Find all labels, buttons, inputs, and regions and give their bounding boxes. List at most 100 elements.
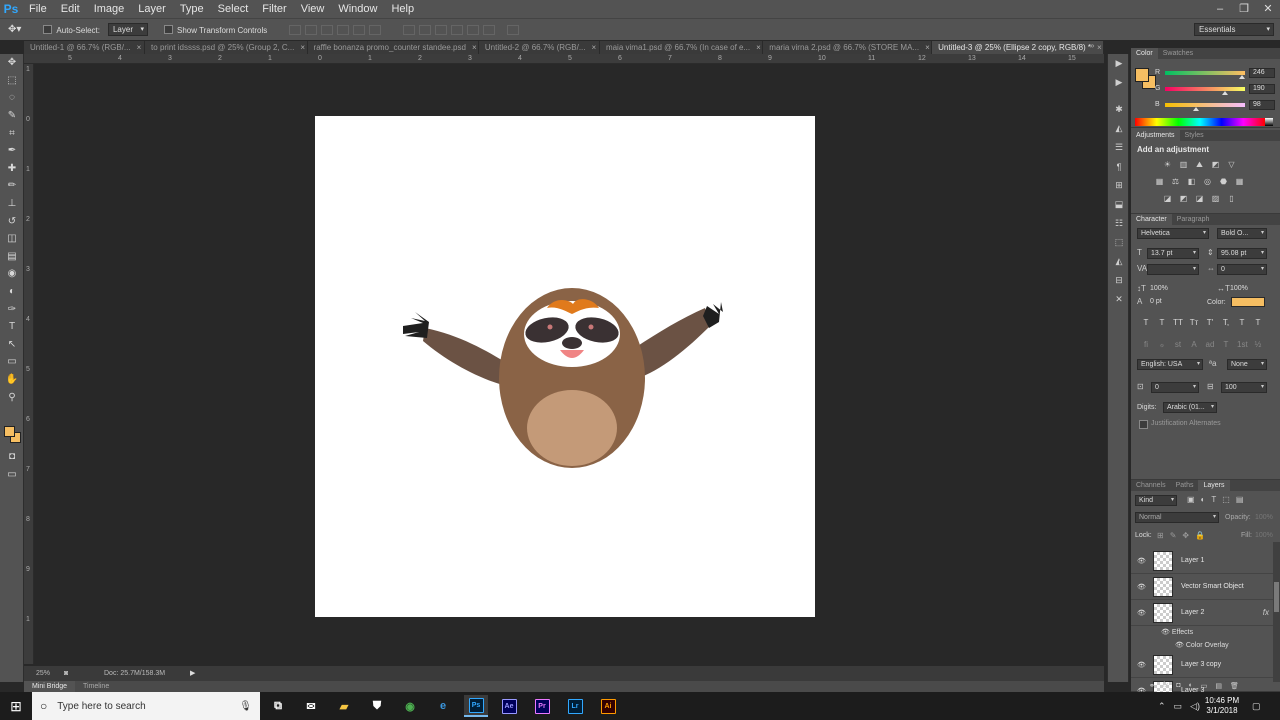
tab-styles[interactable]: Styles <box>1180 130 1209 141</box>
blend-mode-dropdown[interactable]: Normal <box>1135 512 1219 523</box>
tab-close-icon[interactable]: × <box>592 43 597 52</box>
show-transform-checkbox[interactable]: Show Transform Controls <box>164 24 267 36</box>
checkbox-box[interactable] <box>43 25 53 35</box>
align-right-icon[interactable] <box>369 24 382 35</box>
dock-panel-icon[interactable]: ⬓ <box>1108 195 1130 214</box>
document-tab[interactable]: to print idssss.psd @ 25% (Group 2, C...… <box>145 41 308 54</box>
tab-close-icon[interactable]: × <box>137 43 142 52</box>
align-bottom-icon[interactable] <box>321 24 334 35</box>
adjustment-icon[interactable]: ⛰ <box>1193 159 1206 170</box>
document-canvas[interactable] <box>315 116 815 617</box>
adjustment-icon[interactable]: ◩ <box>1177 193 1190 204</box>
tab-adjustments[interactable]: Adjustments <box>1131 130 1180 141</box>
adjustment-icon[interactable]: ⬣ <box>1217 176 1230 187</box>
layer-name[interactable]: Layer 2 <box>1181 609 1204 616</box>
pen-tool-icon[interactable]: ✑ <box>0 300 24 318</box>
checkbox-box[interactable] <box>164 25 173 35</box>
taskbar-clock[interactable]: 10:46 PM 3/1/2018 <box>1202 696 1242 716</box>
zoom-level[interactable]: 25% <box>36 666 50 681</box>
status-info-icon[interactable]: ◙ <box>64 666 68 681</box>
layers-scrollbar[interactable] <box>1273 542 1280 682</box>
tsume-field[interactable]: 0 <box>1151 382 1199 393</box>
mail-taskbar-icon[interactable]: ✉ <box>299 695 323 717</box>
dock-panel-icon[interactable]: ⊟ <box>1108 271 1130 290</box>
vertical-scale-field[interactable]: 100% <box>1147 284 1187 295</box>
adjustment-icon[interactable]: ◪ <box>1193 193 1206 204</box>
premiere-taskbar-icon[interactable]: Pr <box>530 695 554 717</box>
visibility-eye-icon[interactable]: 👁 <box>1137 557 1146 565</box>
opentype-button[interactable]: ad <box>1205 340 1215 349</box>
gradient-tool-icon[interactable]: ▤ <box>0 248 24 266</box>
blur-tool-icon[interactable]: ◉ <box>0 265 24 283</box>
opentype-button[interactable]: st <box>1173 340 1183 349</box>
scrollbar-thumb[interactable] <box>1274 582 1279 612</box>
menu-edit[interactable]: Edit <box>54 0 87 18</box>
dock-panel-icon[interactable]: ✱ <box>1108 100 1130 119</box>
windows-start-icon[interactable]: ⊞ <box>0 692 32 720</box>
adjustment-icon[interactable]: ◩ <box>1209 159 1222 170</box>
tab-close-icon[interactable]: × <box>756 43 761 52</box>
clone-stamp-tool-icon[interactable]: ⊥ <box>0 195 24 213</box>
distribute-vcenter-icon[interactable] <box>419 24 432 35</box>
type-style-button[interactable]: T <box>1253 318 1263 327</box>
healing-tool-icon[interactable]: ✚ <box>0 160 24 178</box>
type-style-button[interactable]: TT <box>1173 318 1183 327</box>
microphone-icon[interactable]: 🎙 <box>239 701 252 712</box>
quick-select-tool-icon[interactable]: ✎ <box>0 107 24 125</box>
baseline-shift-field[interactable]: 0 pt <box>1147 297 1187 308</box>
adjustment-icon[interactable]: ◪ <box>1161 193 1174 204</box>
layer-row[interactable]: 👁 Layer 3 copy <box>1131 652 1273 678</box>
tab-channels[interactable]: Channels <box>1131 480 1171 491</box>
effects-row[interactable]: 👁 Effects <box>1161 628 1193 636</box>
photoshop-taskbar-icon[interactable]: Ps <box>464 695 488 717</box>
visibility-eye-icon[interactable]: 👁 <box>1137 661 1146 669</box>
align-top-icon[interactable] <box>289 24 302 35</box>
history-brush-tool-icon[interactable]: ↺ <box>0 212 24 230</box>
adjustment-icon[interactable]: ▯ <box>1225 193 1238 204</box>
opentype-button[interactable]: 1st <box>1237 340 1248 349</box>
tab-close-icon[interactable]: × <box>1097 43 1102 52</box>
opentype-button[interactable]: ½ <box>1253 340 1263 349</box>
anti-alias-dropdown[interactable]: None <box>1227 359 1267 370</box>
layers-footer-icon[interactable]: ◐ <box>1189 682 1193 690</box>
digits-dropdown[interactable]: Arabic (01... <box>1163 402 1217 413</box>
layer-name[interactable]: Layer 3 copy <box>1181 661 1221 668</box>
tab-color[interactable]: Color <box>1131 48 1158 59</box>
layer-row[interactable]: 👁 Vector Smart Object <box>1131 574 1273 600</box>
tab-overflow-button[interactable]: » <box>1090 41 1094 50</box>
auto-select-target-dropdown[interactable]: Layer <box>107 23 148 36</box>
menu-filter[interactable]: Filter <box>255 0 293 18</box>
layers-footer-icon[interactable]: ▤ <box>1215 682 1222 690</box>
adjustment-icon[interactable]: ◧ <box>1185 176 1198 187</box>
red-slider[interactable]: R 246 <box>1151 68 1279 80</box>
document-tab[interactable]: maria virna 2.psd @ 66.7% (STORE MA... × <box>763 41 933 54</box>
kerning-field[interactable] <box>1147 264 1199 275</box>
blue-slider-thumb[interactable] <box>1192 107 1199 111</box>
quick-mask-icon[interactable]: ◘ <box>0 448 24 466</box>
adjustment-icon[interactable]: ▦ <box>1153 176 1166 187</box>
align-left-icon[interactable] <box>337 24 350 35</box>
font-style-dropdown[interactable]: Bold O... <box>1217 228 1267 239</box>
layers-footer-icon[interactable]: ◘ <box>1176 682 1180 690</box>
tab-paragraph[interactable]: Paragraph <box>1172 214 1215 225</box>
minimize-button[interactable]: – <box>1208 0 1232 18</box>
type-style-button[interactable]: T' <box>1205 318 1215 327</box>
tab-character[interactable]: Character <box>1131 214 1172 225</box>
visibility-eye-icon[interactable]: 👁 <box>1137 609 1146 617</box>
tab-paths[interactable]: Paths <box>1171 480 1199 491</box>
adjustment-icon[interactable]: ▨ <box>1209 193 1222 204</box>
workspace-dropdown[interactable]: Essentials <box>1194 23 1274 36</box>
tab-close-icon[interactable]: × <box>472 43 477 52</box>
text-color-swatch[interactable] <box>1231 297 1265 307</box>
layer-name[interactable]: Layer 1 <box>1181 557 1204 564</box>
dock-panel-icon[interactable]: ▶ <box>1108 54 1130 73</box>
menu-view[interactable]: View <box>294 0 332 18</box>
blue-track[interactable] <box>1165 103 1245 107</box>
lasso-tool-icon[interactable]: ◌ <box>0 89 24 107</box>
opentype-button[interactable]: ℴ <box>1157 340 1167 349</box>
menu-type[interactable]: Type <box>173 0 211 18</box>
tab-mini-bridge[interactable]: Mini Bridge <box>24 681 76 692</box>
opentype-button[interactable]: fi <box>1141 340 1151 349</box>
hand-tool-icon[interactable]: ✋ <box>0 371 24 389</box>
eraser-tool-icon[interactable]: ◫ <box>0 230 24 248</box>
